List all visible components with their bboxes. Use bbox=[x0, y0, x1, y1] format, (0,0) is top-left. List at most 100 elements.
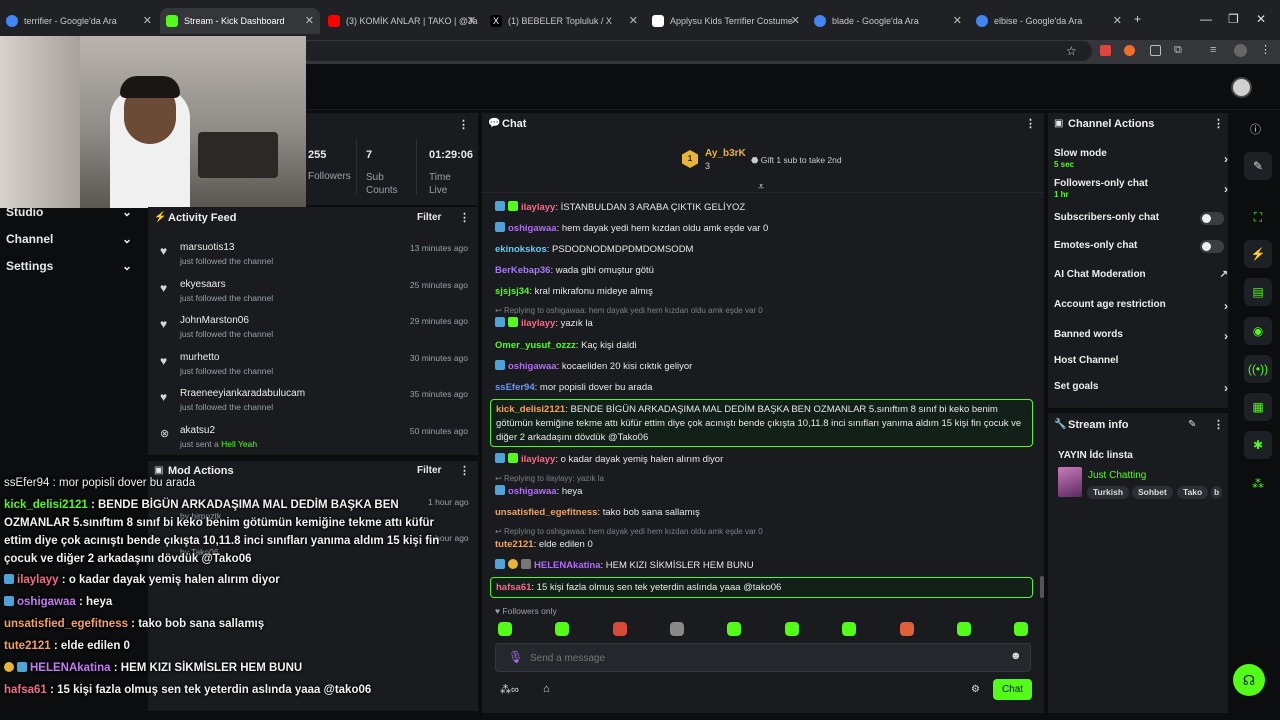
chat-scrollbar[interactable] bbox=[1040, 576, 1044, 598]
chat-username[interactable]: hafsa61 bbox=[496, 582, 531, 593]
puzzle-icon[interactable]: ⧉ bbox=[1174, 44, 1182, 57]
chat-username[interactable]: ilaylayy bbox=[521, 454, 555, 465]
more-options-icon[interactable]: ⋮ bbox=[1025, 117, 1036, 130]
chat-username[interactable]: BerKebap36 bbox=[495, 265, 550, 276]
microphone-icon[interactable]: 🎙 bbox=[508, 650, 523, 664]
chat-username[interactable]: tute2121 bbox=[495, 539, 534, 550]
kick-points-icon[interactable]: ⁂∞ bbox=[500, 683, 519, 696]
feed-username[interactable]: JohnMarston06 bbox=[180, 315, 249, 326]
action-banned-words[interactable]: Banned words › bbox=[1054, 329, 1228, 343]
layout-icon[interactable]: ▦ bbox=[1244, 393, 1272, 421]
action-set-goals[interactable]: Set goals › bbox=[1054, 381, 1228, 395]
media-icon[interactable]: ≡ bbox=[1210, 44, 1216, 56]
gear-icon[interactable]: ⚙ bbox=[971, 684, 980, 695]
kick-points-icon[interactable]: ⁂ bbox=[1244, 470, 1272, 498]
more-options-icon[interactable]: ⋮ bbox=[1213, 117, 1224, 130]
gift-cta[interactable]: ⬣ Gift 1 sub to take 2nd bbox=[751, 155, 842, 166]
maximize-icon[interactable]: ❐ bbox=[1228, 12, 1239, 26]
close-icon[interactable]: ✕ bbox=[791, 14, 800, 27]
emote-icon[interactable] bbox=[555, 622, 569, 636]
support-button[interactable]: ☊ bbox=[1233, 664, 1265, 696]
star-icon[interactable]: ☆ bbox=[1066, 44, 1077, 58]
lightning-icon[interactable]: ⚡ bbox=[1244, 240, 1272, 268]
store-icon[interactable]: ⌂ bbox=[543, 683, 550, 695]
expand-icon[interactable]: ⩡ bbox=[758, 181, 764, 194]
feed-username[interactable]: Rraeneeyiankaradabulucam bbox=[180, 388, 305, 399]
chat-username[interactable]: oshigawaa bbox=[508, 361, 557, 372]
chat-username[interactable]: unsatisfied_egefitness bbox=[495, 507, 597, 518]
close-icon[interactable]: ✕ bbox=[629, 14, 638, 27]
tab-6[interactable]: elbise - Google'da Ara ✕ bbox=[970, 8, 1128, 34]
emote-icon[interactable] bbox=[498, 622, 512, 636]
tab-1[interactable]: Stream - Kick Dashboard ✕ bbox=[160, 8, 320, 34]
category-name[interactable]: Just Chatting bbox=[1088, 470, 1146, 481]
stream-tag[interactable]: Tako bbox=[1177, 486, 1209, 499]
action-account-age[interactable]: Account age restriction › bbox=[1054, 299, 1228, 313]
more-options-icon[interactable]: ⋮ bbox=[459, 464, 470, 477]
gifter-username[interactable]: Ay_b3rK bbox=[705, 148, 746, 159]
chat-username[interactable]: ssEfer94 bbox=[495, 382, 535, 393]
emote-icon[interactable] bbox=[727, 622, 741, 636]
wrench-icon[interactable]: ✱ bbox=[1244, 431, 1272, 459]
toggle-switch[interactable] bbox=[1200, 212, 1224, 225]
emote-icon[interactable] bbox=[900, 622, 914, 636]
reply-context[interactable]: ↩ Replying to ilaylayy: yazık la bbox=[495, 474, 604, 483]
chat-username[interactable]: Omer_yusuf_ozzz bbox=[495, 340, 576, 351]
extension-icon[interactable] bbox=[1150, 45, 1161, 56]
toggle-switch[interactable] bbox=[1200, 240, 1224, 253]
emote-icon[interactable] bbox=[670, 622, 684, 636]
omnibox[interactable] bbox=[300, 41, 1092, 61]
new-tab-icon[interactable]: + bbox=[1134, 12, 1141, 26]
stream-tag[interactable]: b bbox=[1211, 486, 1223, 499]
reply-context[interactable]: ↩ Replying to oshigawaa: hem dayak yedi … bbox=[495, 306, 763, 315]
emote-icon[interactable] bbox=[785, 622, 799, 636]
minimize-icon[interactable]: — bbox=[1200, 12, 1212, 26]
message-input[interactable] bbox=[530, 648, 1000, 668]
chat-username[interactable]: oshigawaa bbox=[508, 223, 557, 234]
feed-username[interactable]: akatsu2 bbox=[180, 425, 215, 436]
feed-username[interactable]: ekyesaars bbox=[180, 279, 226, 290]
nav-settings[interactable]: Settings ⌄ bbox=[6, 259, 132, 273]
tab-3[interactable]: X (1) BEBELER Topluluk / X ✕ bbox=[484, 8, 644, 34]
close-icon[interactable]: ✕ bbox=[1113, 14, 1122, 27]
edit-icon[interactable]: ✎ bbox=[1188, 419, 1196, 430]
chat-username[interactable]: HELENAkatina bbox=[534, 560, 601, 571]
chat-bubble-icon[interactable]: ◉ bbox=[1244, 317, 1272, 345]
crop-icon[interactable]: ⛶ bbox=[1244, 203, 1272, 231]
stream-tag[interactable]: Sohbet bbox=[1132, 486, 1173, 499]
user-avatar[interactable] bbox=[1231, 77, 1252, 98]
category-thumbnail[interactable] bbox=[1058, 467, 1082, 497]
edit-icon[interactable]: ✎ bbox=[1244, 152, 1272, 180]
chat-username[interactable]: sjsjsj34 bbox=[495, 286, 529, 297]
action-slow-mode[interactable]: Slow mode 5 sec › bbox=[1054, 148, 1228, 169]
close-icon[interactable]: ✕ bbox=[467, 14, 476, 27]
send-chat-button[interactable]: Chat bbox=[993, 679, 1032, 700]
chat-username[interactable]: kick_delisi2121 bbox=[496, 404, 565, 415]
nav-channel[interactable]: Channel ⌄ bbox=[6, 232, 132, 246]
extension-icon[interactable] bbox=[1124, 45, 1135, 56]
more-options-icon[interactable]: ⋮ bbox=[458, 118, 469, 131]
chat-username[interactable]: oshigawaa bbox=[508, 486, 557, 497]
filter-button[interactable]: Filter bbox=[417, 212, 441, 223]
notes-icon[interactable]: ▤ bbox=[1244, 278, 1272, 306]
more-options-icon[interactable]: ⋮ bbox=[1213, 418, 1224, 431]
close-icon[interactable]: ✕ bbox=[143, 14, 152, 27]
action-host-channel[interactable]: Host Channel bbox=[1054, 355, 1228, 366]
close-icon[interactable]: ✕ bbox=[953, 14, 962, 27]
extension-icon[interactable] bbox=[1100, 45, 1111, 56]
emote-icon[interactable] bbox=[957, 622, 971, 636]
emote-icon[interactable] bbox=[1014, 622, 1028, 636]
feed-username[interactable]: murhetto bbox=[180, 352, 219, 363]
tab-2[interactable]: (3) KOMİK ANLAR | TAKO | @Ja ✕ bbox=[322, 8, 482, 34]
broadcast-icon[interactable]: ((•)) bbox=[1244, 355, 1272, 383]
emote-icon[interactable] bbox=[613, 622, 627, 636]
emote-icon[interactable] bbox=[842, 622, 856, 636]
stream-tag[interactable]: Turkish bbox=[1087, 486, 1130, 499]
menu-icon[interactable]: ⋮ bbox=[1260, 43, 1271, 56]
profile-avatar[interactable] bbox=[1234, 44, 1247, 57]
chat-username[interactable]: ilaylayy bbox=[521, 202, 555, 213]
tab-5[interactable]: blade - Google'da Ara ✕ bbox=[808, 8, 968, 34]
close-icon[interactable]: ✕ bbox=[305, 14, 314, 27]
emoji-icon[interactable]: ☻ bbox=[1010, 650, 1022, 662]
filter-button[interactable]: Filter bbox=[417, 465, 441, 476]
